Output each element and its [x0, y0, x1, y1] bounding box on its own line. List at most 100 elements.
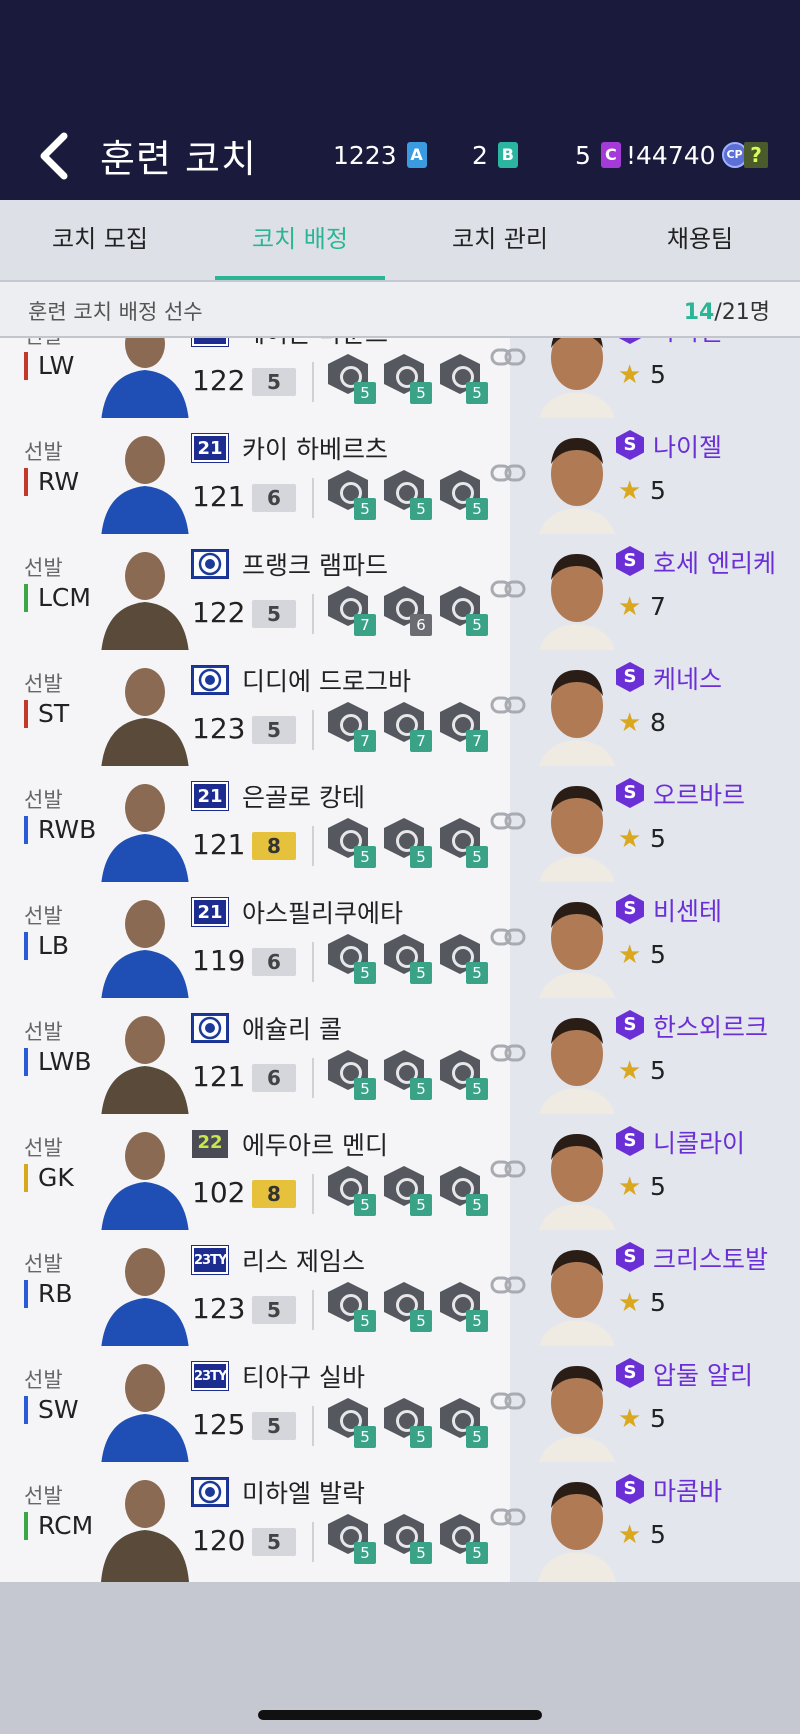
training-skill-icon[interactable]: 7 [328, 700, 376, 752]
training-skill-icon[interactable]: 5 [384, 468, 432, 520]
training-skill-icon[interactable]: 7 [328, 584, 376, 636]
position-label: LWB [24, 1048, 92, 1076]
player-name: 티아구 실바 [242, 1363, 365, 1392]
training-skill-icon[interactable]: 5 [440, 1048, 488, 1100]
enhance-level: 5 [252, 1412, 296, 1440]
tab-coach-recruit[interactable]: 코치 모집 [0, 200, 200, 280]
training-skill-icon[interactable]: 6 [384, 584, 432, 636]
training-skill-icon[interactable]: 5 [384, 932, 432, 984]
training-skill-icon[interactable]: 5 [384, 816, 432, 868]
training-skill-icon[interactable]: 5 [384, 1048, 432, 1100]
training-skill-icon[interactable]: 5 [440, 1164, 488, 1216]
divider [312, 1290, 314, 1330]
link-icon [490, 696, 526, 714]
divider [312, 1174, 314, 1214]
skill-level: 5 [354, 1194, 376, 1216]
coach-name: 한스외르크 [653, 1013, 769, 1042]
training-skill-icon[interactable]: 5 [328, 1396, 376, 1448]
list-item[interactable]: 선발 LWB 애슐리 콜 121 6 5 5 5 S 한스외르크 ★ 5 [0, 998, 800, 1126]
list-item[interactable]: 선발 SW 23TY 티아구 실바 125 5 5 5 5 S 압둘 알리 ★ … [0, 1346, 800, 1474]
training-skill-icon[interactable]: 7 [384, 700, 432, 752]
enhance-level: 6 [252, 948, 296, 976]
training-skill-icon[interactable]: 5 [328, 816, 376, 868]
coach-name: 니콜라이 [653, 1129, 746, 1158]
skill-level: 7 [354, 614, 376, 636]
position-label: RB [24, 1280, 73, 1308]
list-item[interactable]: 선발 RCM 미하엘 발락 120 5 5 5 5 S 마콤바 ★ 5 [0, 1462, 800, 1590]
training-skill-icon[interactable]: 5 [328, 468, 376, 520]
player-ovr: 121 [192, 828, 246, 861]
back-arrow-icon[interactable] [36, 130, 72, 182]
training-skill-icon[interactable]: 5 [384, 1512, 432, 1564]
tab-coach-assign[interactable]: 코치 배정 [200, 200, 400, 280]
tab-coach-manage[interactable]: 코치 관리 [400, 200, 600, 280]
coach-portrait[interactable] [534, 772, 620, 886]
coach-name: 오르바르 [653, 781, 746, 810]
coach-name: 마콤바 [653, 1477, 723, 1506]
skill-level: 6 [410, 614, 432, 636]
position-label: RWB [24, 816, 96, 844]
list-item[interactable]: 선발 RW 21 카이 하베르츠 121 6 5 5 5 S 나이젤 ★ 5 [0, 418, 800, 546]
season-badge [191, 1013, 229, 1043]
player-ovr: 121 [192, 480, 246, 513]
list-item[interactable]: 선발 LCM 프랭크 램파드 122 5 7 6 5 S 호세 엔리케 ★ 7 [0, 534, 800, 662]
skill-level: 7 [466, 730, 488, 752]
player-name: 프랭크 램파드 [242, 551, 388, 580]
training-skill-icon[interactable]: 5 [328, 1512, 376, 1564]
coach-name: 나이젤 [653, 338, 722, 348]
training-skill-icon[interactable]: 5 [328, 1280, 376, 1332]
training-skill-icon[interactable]: 5 [328, 1164, 376, 1216]
position-label: GK [24, 1164, 74, 1192]
list-item[interactable]: 선발 RWB 21 은골로 캉테 121 8 5 5 5 S 오르바르 ★ 5 [0, 766, 800, 894]
training-skills: 5 5 5 [328, 1396, 488, 1448]
skill-level: 5 [466, 498, 488, 520]
list-item[interactable]: 선발 RB 23TY 리스 제임스 123 5 5 5 5 S 크리스토발 ★ … [0, 1230, 800, 1358]
tab-hiring-team[interactable]: 채용팀 [600, 200, 800, 280]
training-skill-icon[interactable]: 5 [440, 584, 488, 636]
player-ovr: 123 [192, 1292, 246, 1325]
coach-portrait[interactable] [534, 1120, 620, 1234]
coach-portrait[interactable] [534, 888, 620, 1002]
ticket-a-icon: A [406, 142, 427, 168]
player-name: 아스필리쿠에타 [242, 899, 404, 928]
training-skill-icon[interactable]: 5 [440, 468, 488, 520]
list-item[interactable]: 선발 LB 21 아스필리쿠에타 119 6 5 5 5 S 비센테 ★ 5 [0, 882, 800, 1010]
training-skill-icon[interactable]: 5 [328, 1048, 376, 1100]
coach-portrait[interactable] [534, 1352, 620, 1466]
season-badge: 23TY [191, 1245, 229, 1275]
currency-b: 2 B [472, 140, 518, 170]
divider [312, 1406, 314, 1446]
training-skill-icon[interactable]: 5 [440, 1396, 488, 1448]
help-button[interactable]: ? [744, 142, 768, 168]
coach-grade: 5 [650, 1056, 666, 1085]
training-skill-icon[interactable]: 7 [440, 700, 488, 752]
coach-portrait[interactable] [534, 424, 620, 538]
list-item[interactable]: 선발 ST 디디에 드로그바 123 5 7 7 7 S 케네스 ★ 8 [0, 650, 800, 778]
coach-portrait[interactable] [534, 1468, 620, 1582]
coach-portrait[interactable] [534, 656, 620, 770]
training-skill-icon[interactable]: 5 [440, 1280, 488, 1332]
player-name: 미하엘 발락 [242, 1479, 365, 1508]
training-skill-icon[interactable]: 5 [440, 352, 488, 404]
coach-portrait[interactable] [534, 540, 620, 654]
player-name: 카이 하베르츠 [242, 435, 388, 464]
training-skill-icon[interactable]: 5 [384, 1396, 432, 1448]
star-icon: ★ [618, 1404, 642, 1434]
tab-bar: 코치 모집 코치 배정 코치 관리 채용팀 [0, 200, 800, 280]
coach-portrait[interactable] [534, 1004, 620, 1118]
training-skill-icon[interactable]: 5 [384, 1164, 432, 1216]
training-skill-icon[interactable]: 5 [440, 1512, 488, 1564]
training-skill-icon[interactable]: 5 [440, 816, 488, 868]
coach-portrait[interactable] [534, 338, 620, 422]
training-skill-icon[interactable]: 5 [440, 932, 488, 984]
training-skill-icon[interactable]: 5 [384, 1280, 432, 1332]
coach-portrait[interactable] [534, 1236, 620, 1350]
link-icon [490, 1392, 526, 1410]
star-icon: ★ [618, 940, 642, 970]
star-icon: ★ [618, 1520, 642, 1550]
list-item[interactable]: 선발 LW 22TY 메이슨 마운트 122 5 5 5 5 [0, 338, 800, 430]
training-skill-icon[interactable]: 5 [328, 932, 376, 984]
list-item[interactable]: 선발 GK 22 에두아르 멘디 102 8 5 5 5 S 니콜라이 ★ 5 [0, 1114, 800, 1242]
training-skill-icon[interactable]: 5 [384, 352, 432, 404]
training-skill-icon[interactable]: 5 [328, 352, 376, 404]
